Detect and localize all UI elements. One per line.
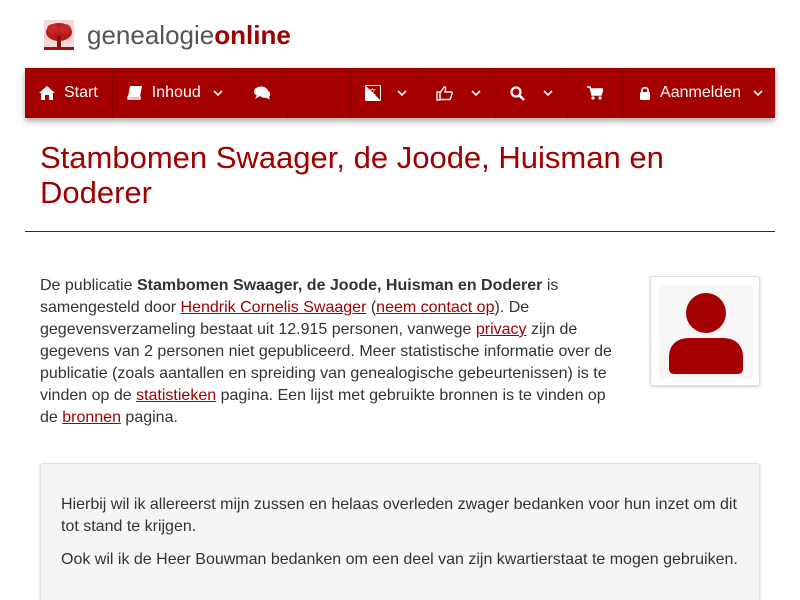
nav-cart[interactable] <box>568 68 624 118</box>
publication-intro: De publicatie Stambomen Swaager, de Jood… <box>40 277 612 426</box>
author-link[interactable]: Hendrik Cornelis Swaager <box>181 299 367 316</box>
chevron-down-icon <box>753 89 763 96</box>
nav-start[interactable]: Start <box>25 68 113 118</box>
title-divider <box>25 231 775 232</box>
nav-inhoud[interactable]: Inhoud <box>113 68 238 118</box>
shopping-cart-icon <box>587 86 604 100</box>
chevron-down-icon <box>543 89 553 96</box>
logo-wordmark: genealogieonline <box>87 20 291 50</box>
nav-start-label: Start <box>64 84 98 101</box>
user-icon <box>669 293 743 374</box>
publication-name: Stambomen Swaager, de Joode, Huisman en … <box>136 277 543 294</box>
nav-login-label: Aanmelden <box>660 84 741 101</box>
comments-icon <box>253 86 271 100</box>
privacy-link[interactable]: privacy <box>476 321 527 338</box>
sources-link[interactable]: bronnen <box>62 409 121 426</box>
language-icon: 文 <box>365 85 382 101</box>
nav-language[interactable]: 文 <box>351 68 423 118</box>
page-title: Stambomen Swaager, de Joode, Huisman en … <box>40 140 664 210</box>
book-icon <box>127 86 142 100</box>
svg-text:文: 文 <box>369 87 376 96</box>
tree-icon <box>44 20 74 50</box>
statistics-link[interactable]: statistieken <box>136 387 216 404</box>
nav-inhoud-label: Inhoud <box>151 84 201 101</box>
lock-icon <box>640 86 651 100</box>
main-navbar: Start Inhoud 文 Aanmelden <box>25 68 775 118</box>
avatar-frame <box>659 285 753 379</box>
chevron-down-icon <box>397 89 407 96</box>
nav-search[interactable] <box>496 68 569 118</box>
nav-login[interactable]: Aanmelden <box>623 68 775 118</box>
acknowledgement-paragraph-2: Ook wil ik de Heer Bouwman bedanken om e… <box>61 551 738 568</box>
nav-spacer <box>288 68 352 118</box>
chevron-down-icon <box>213 89 223 96</box>
nav-share[interactable] <box>422 68 497 118</box>
site-logo[interactable]: genealogieonline <box>44 20 291 50</box>
thumbs-up-icon <box>436 85 453 101</box>
acknowledgement-card: Hierbij wil ik allereerst mijn zussen en… <box>40 463 760 600</box>
chevron-down-icon <box>471 89 481 96</box>
search-icon <box>510 85 525 101</box>
contact-link[interactable]: neem contact op <box>376 299 494 316</box>
nav-chat[interactable] <box>238 68 288 118</box>
author-avatar[interactable] <box>650 276 760 386</box>
acknowledgement-paragraph-1: Hierbij wil ik allereerst mijn zussen en… <box>61 496 737 535</box>
home-icon <box>39 86 55 100</box>
